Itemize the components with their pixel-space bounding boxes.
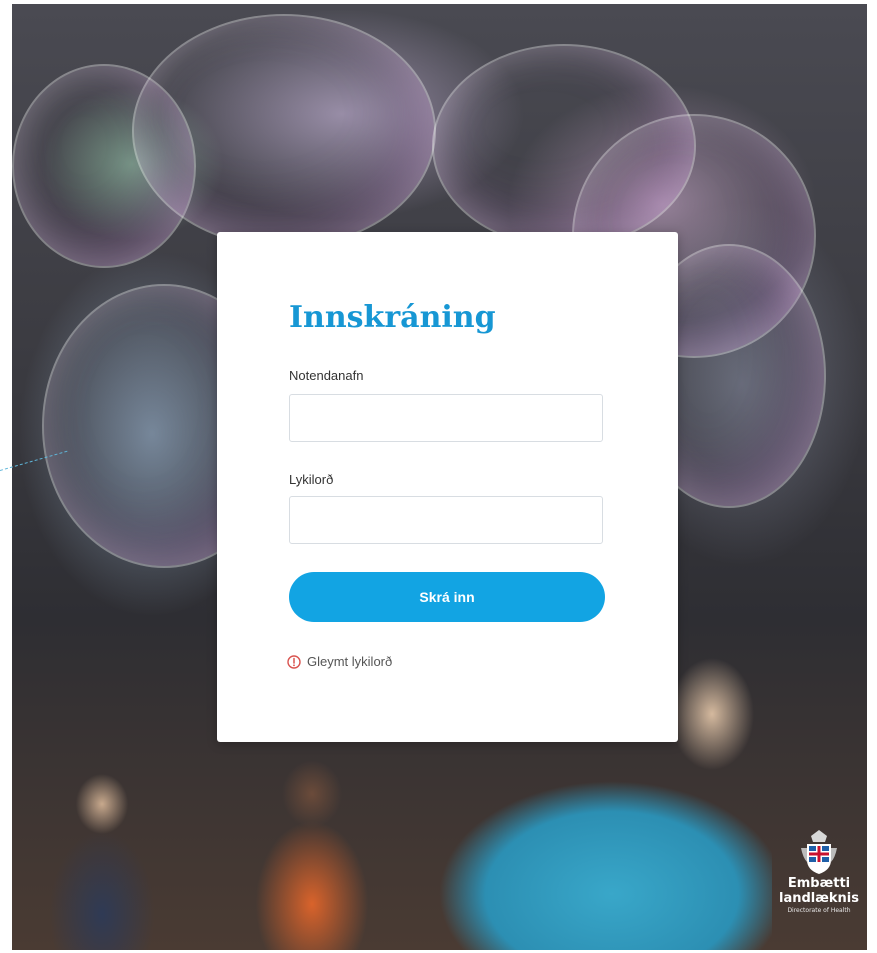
username-label: Notendanafn bbox=[289, 368, 364, 383]
login-button[interactable]: Skrá inn bbox=[289, 572, 605, 622]
logo-line1: Embætti bbox=[787, 876, 851, 891]
password-input[interactable] bbox=[289, 496, 603, 544]
login-page: Innskráning Notendanafn Lykilorð Skrá in… bbox=[0, 0, 877, 953]
login-title: Innskráning bbox=[289, 300, 496, 335]
password-label: Lykilorð bbox=[289, 472, 334, 487]
login-card: Innskráning Notendanafn Lykilorð Skrá in… bbox=[217, 232, 678, 742]
logo-line3: Directorate of Health bbox=[787, 907, 851, 914]
lock-alert-icon bbox=[287, 654, 301, 669]
logo-line2: landlæknis bbox=[779, 891, 859, 906]
username-input[interactable] bbox=[289, 394, 603, 442]
forgot-password-link[interactable]: Gleymt lykilorð bbox=[287, 654, 392, 669]
coat-of-arms-icon bbox=[801, 830, 837, 874]
embaetti-landlaeknis-logo: Embætti landlæknis Directorate of Health bbox=[779, 828, 859, 946]
forgot-password-label: Gleymt lykilorð bbox=[307, 654, 393, 669]
